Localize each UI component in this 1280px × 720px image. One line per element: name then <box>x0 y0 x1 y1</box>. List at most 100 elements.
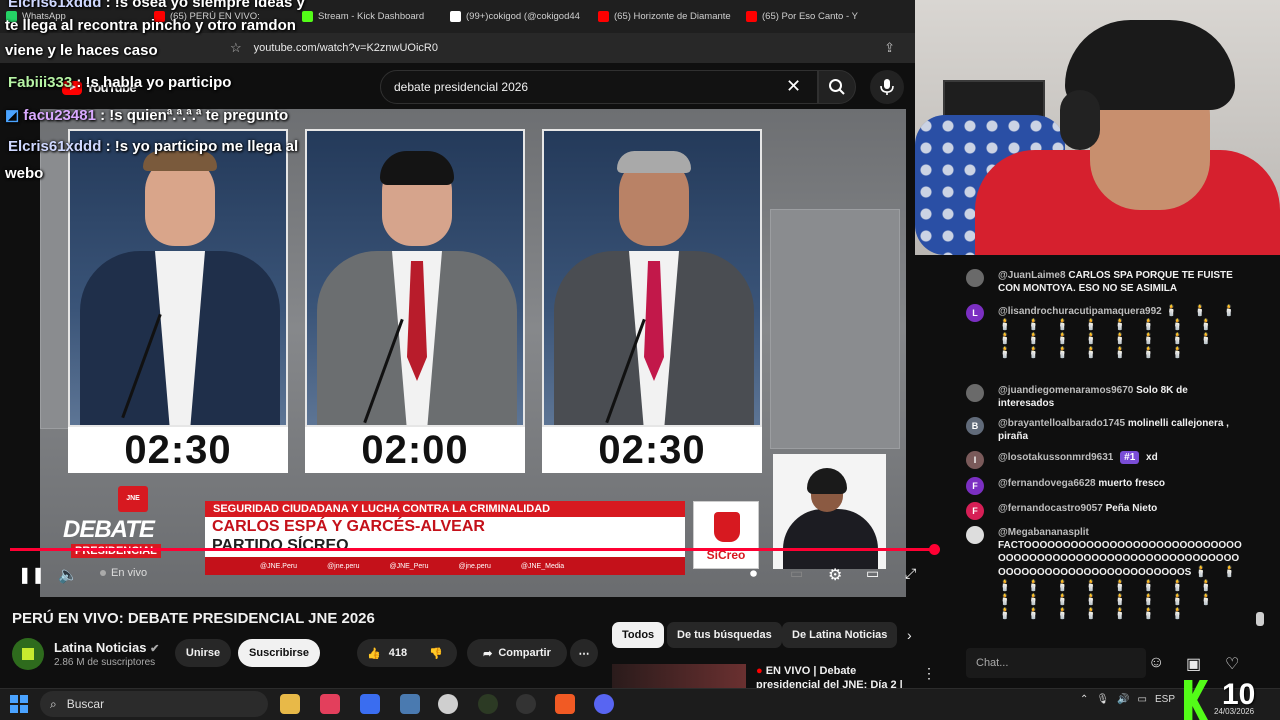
overlay-chat-line: webo <box>5 165 44 182</box>
like-button[interactable]: 👍 418 👎 <box>357 639 457 667</box>
tab-label: Stream - Kick Dashboard <box>318 11 425 22</box>
tab-favicon-icon <box>598 11 609 22</box>
search-icon <box>829 79 845 95</box>
video-player[interactable]: 02:30 02:00 02:30 JNE DEBATE PRESIDENCIA… <box>40 109 906 597</box>
settings-gear-icon[interactable]: ⚙ <box>828 565 842 585</box>
file-explorer-icon[interactable] <box>280 694 300 714</box>
search-button[interactable] <box>818 70 856 104</box>
taskbar-search[interactable]: ⌕ Buscar <box>40 691 268 717</box>
thumbs-down-icon[interactable]: 👎 <box>429 647 443 660</box>
timer-candidate-3: 02:30 <box>542 427 762 473</box>
network-icon[interactable]: ▭ <box>1138 694 1147 705</box>
lower-third: SEGURIDAD CIUDADANA Y LUCHA CONTRA LA CR… <box>205 501 685 563</box>
debate-topic: SEGURIDAD CIUDADANA Y LUCHA CONTRA LA CR… <box>205 501 685 517</box>
like-count: 418 <box>388 647 408 659</box>
tab-favicon-icon <box>746 11 757 22</box>
voice-search-button[interactable] <box>870 70 904 104</box>
tab-label: (99+)cokigod (@cokigod44 <box>466 11 580 22</box>
streamer-webcam <box>915 0 1280 255</box>
app-icon[interactable] <box>438 694 458 714</box>
user-avatar: B <box>966 417 984 435</box>
share-button[interactable]: ➦ Compartir <box>467 639 567 667</box>
obs-icon[interactable] <box>516 694 536 714</box>
discord-icon[interactable] <box>594 694 614 714</box>
browser-tab[interactable]: (65) Horizonte de Diamante <box>598 11 738 22</box>
subtitles-icon[interactable]: ▭ <box>790 565 803 582</box>
browser-tab[interactable]: Stream - Kick Dashboard <box>302 11 442 22</box>
debate-logo-line2: PRESIDENCIAL <box>71 544 161 558</box>
chip-all[interactable]: Todos <box>612 622 665 648</box>
candidate-panel-2 <box>305 129 525 427</box>
heart-icon[interactable]: ♡ <box>1225 654 1239 674</box>
chip-from-searches[interactable]: De tus búsquedas <box>667 622 782 648</box>
user-avatar: L <box>966 304 984 322</box>
chat-input[interactable]: Chat... <box>966 648 1146 678</box>
browser-tab[interactable]: (65) Por Eso Canto - Y <box>746 11 886 22</box>
kebab-menu-icon[interactable]: ⋮ <box>922 665 936 682</box>
share-icon[interactable]: ⇪ <box>884 40 895 56</box>
live-indicator[interactable]: En vivo <box>100 567 147 579</box>
search-icon: ⌕ <box>50 696 57 711</box>
verified-icon: ✔ <box>150 643 160 655</box>
app-icon[interactable] <box>478 694 498 714</box>
party-logo: SíCreo <box>693 501 759 569</box>
system-tray: ⌃ 🎙 🔊 ▭ ESP <box>1080 694 1175 705</box>
chevron-up-icon[interactable]: ⌃ <box>1080 694 1088 705</box>
background-building <box>40 149 70 429</box>
party-name: PARTIDO SÍCREO <box>212 537 349 554</box>
chat-scrollbar[interactable] <box>1256 612 1264 626</box>
clear-search-icon[interactable]: ✕ <box>786 76 801 97</box>
debate-logo: JNE DEBATE PRESIDENCIAL <box>63 484 193 564</box>
fullscreen-icon[interactable]: ⤢ <box>905 565 916 582</box>
candidate-name: CARLOS ESPÁ Y GARCÉS-ALVEAR <box>212 518 485 535</box>
chevron-right-icon[interactable]: › <box>907 627 912 643</box>
pause-icon[interactable]: ❚❚ <box>18 565 45 585</box>
recommendation-thumbnail[interactable] <box>612 664 746 689</box>
brave-browser-icon[interactable] <box>555 694 575 714</box>
user-avatar <box>966 384 984 402</box>
emoji-icon[interactable]: ☺ <box>1148 654 1164 672</box>
user-avatar: F <box>966 502 984 520</box>
candidate-panel-3 <box>542 129 762 427</box>
progress-scrubber[interactable] <box>929 544 940 555</box>
chip-from-channel[interactable]: De Latina Noticias <box>782 622 898 648</box>
url-text[interactable]: youtube.com/watch?v=K2znwUOicR0 <box>254 42 438 54</box>
overlay-chat-line: ◩ facu23481 : !s quienª.ª.ª.ª te pregunt… <box>5 107 289 124</box>
language-indicator[interactable]: ESP <box>1155 694 1175 705</box>
user-avatar: F <box>966 477 984 495</box>
overlay-chat-line: Fabiii333 : !s habla yo participo <box>8 74 232 91</box>
browser-tab[interactable]: (99+)cokigod (@cokigod44 <box>450 11 590 22</box>
tab-label: (65) Por Eso Canto - Y <box>762 11 858 22</box>
channel-avatar[interactable] <box>12 638 44 670</box>
more-actions-icon[interactable]: ⋯ <box>570 639 598 667</box>
rank-badge: #1 <box>1120 451 1140 464</box>
theater-mode-icon[interactable]: ▭ <box>866 565 879 582</box>
search-input[interactable]: debate presidencial 2026 <box>380 70 818 104</box>
speaker-icon[interactable]: 🔊 <box>1117 694 1129 705</box>
subscribe-button[interactable]: Suscribirse <box>238 639 320 667</box>
video-title: PERÚ EN VIVO: DEBATE PRESIDENCIAL JNE 20… <box>12 610 375 627</box>
app-icon[interactable] <box>400 694 420 714</box>
candidate-panel-1 <box>68 129 288 427</box>
timer-candidate-1: 02:30 <box>68 427 288 473</box>
join-button[interactable]: Unirse <box>175 639 231 667</box>
debate-logo-line1: DEBATE <box>63 516 155 543</box>
channel-name[interactable]: Latina Noticias ✔ <box>54 640 159 655</box>
autoplay-toggle-icon[interactable]: ⏺ <box>750 565 757 582</box>
subscriber-count: 2.86 M de suscriptores <box>54 657 156 668</box>
player-controls: ❚❚ 🔈 En vivo ⏺ ▭ ⚙ ▭ ⤢ <box>10 560 935 592</box>
background-building <box>770 209 900 449</box>
microphone-icon[interactable]: 🎙 <box>1096 694 1109 705</box>
live-chat: @JuanLaime8 CARLOS SPA PORQUE TE FUISTE … <box>946 256 1280 641</box>
windows-start-icon[interactable] <box>10 695 28 713</box>
user-avatar: I <box>966 451 984 469</box>
volume-icon[interactable]: 🔈 <box>58 565 78 585</box>
gift-icon[interactable]: ▣ <box>1186 654 1201 674</box>
tab-label: (65) Horizonte de Diamante <box>614 11 731 22</box>
bookmark-icon[interactable]: ☆ <box>230 40 242 56</box>
app-icon[interactable] <box>320 694 340 714</box>
taskbar-date: 24/03/2026 <box>1214 707 1255 716</box>
progress-fill <box>10 548 935 551</box>
overlay-chat-line: Elcris61xddd : !s osea yo siempre ideas … <box>8 0 305 11</box>
app-icon[interactable] <box>360 694 380 714</box>
